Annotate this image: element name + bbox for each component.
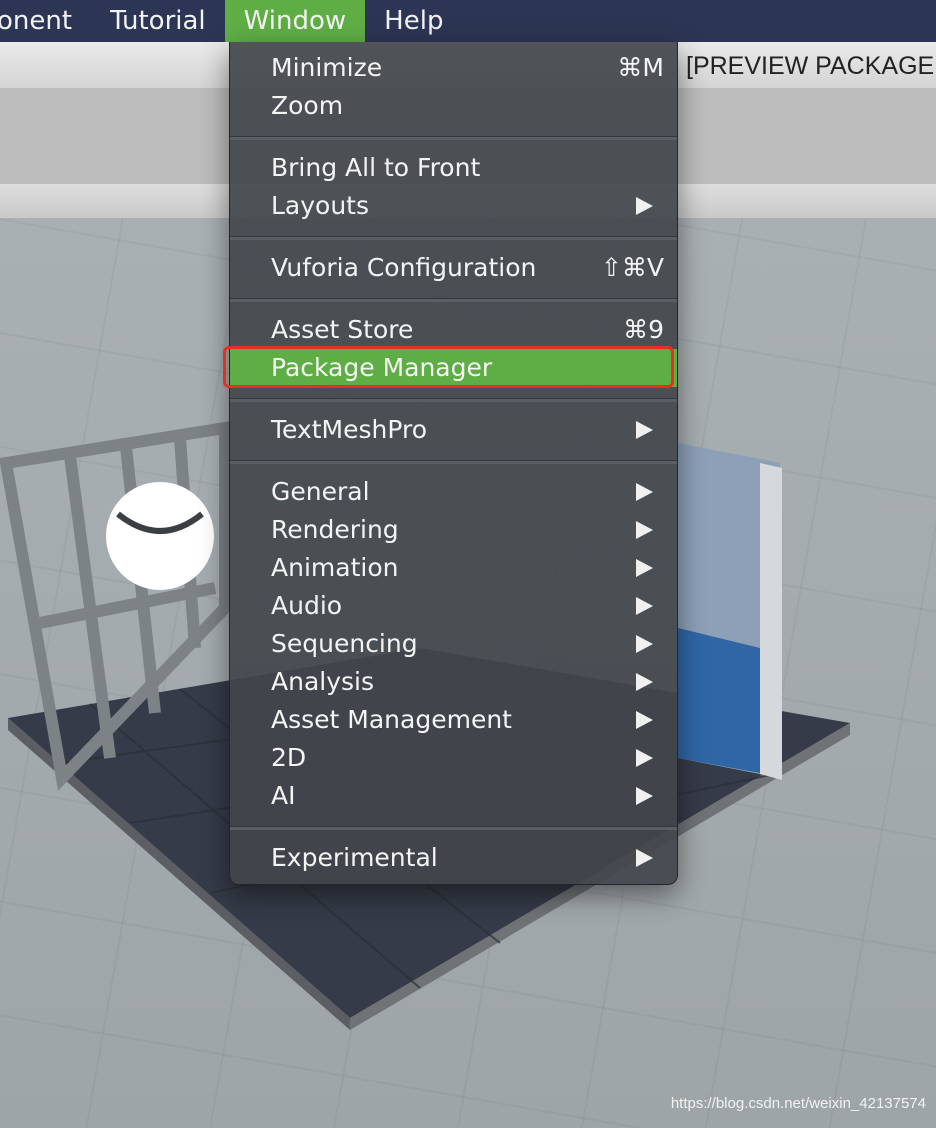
menu-item-rendering[interactable]: Rendering	[230, 511, 677, 549]
menu-component[interactable]: onent	[0, 0, 91, 42]
menu-bar: onent Tutorial Window Help	[0, 0, 936, 42]
menu-item-label: TextMeshPro	[271, 415, 428, 444]
menu-separator	[230, 826, 677, 830]
menu-item-label: Bring All to Front	[271, 153, 481, 182]
submenu-arrow-icon	[636, 673, 653, 691]
menu-separator	[230, 298, 677, 302]
menu-item-label: Rendering	[271, 515, 399, 544]
menu-item-label: General	[271, 477, 370, 506]
highlight-box	[223, 346, 674, 388]
menu-item-label: Vuforia Configuration	[271, 253, 537, 282]
scene-logo	[106, 482, 214, 590]
menu-item-analysis[interactable]: Analysis	[230, 663, 677, 701]
submenu-arrow-icon	[636, 559, 653, 577]
submenu-arrow-icon	[636, 749, 653, 767]
menu-item-audio[interactable]: Audio	[230, 587, 677, 625]
menu-item-zoom[interactable]: Zoom	[230, 87, 677, 125]
menu-help[interactable]: Help	[365, 0, 462, 42]
submenu-arrow-icon	[636, 597, 653, 615]
menu-item-experimental[interactable]: Experimental	[230, 839, 677, 877]
window-title: [PREVIEW PACKAGE	[686, 52, 935, 80]
submenu-arrow-icon	[636, 787, 653, 805]
menu-item-label: Asset Management	[271, 705, 512, 734]
menu-window[interactable]: Window	[224, 0, 366, 42]
submenu-arrow-icon	[636, 521, 653, 539]
menu-item-layouts[interactable]: Layouts	[230, 187, 677, 225]
menu-item-general[interactable]: General	[230, 473, 677, 511]
menu-item-textmeshpro[interactable]: TextMeshPro	[230, 411, 677, 449]
menu-item-ai[interactable]: AI	[230, 777, 677, 815]
submenu-arrow-icon	[636, 483, 653, 501]
shortcut-label: ⇧⌘V	[600, 253, 664, 282]
menu-item-asset-management[interactable]: Asset Management	[230, 701, 677, 739]
submenu-arrow-icon	[636, 421, 653, 439]
menu-separator	[230, 460, 677, 464]
menu-item-animation[interactable]: Animation	[230, 549, 677, 587]
menu-item-label: 2D	[271, 743, 307, 772]
menu-separator	[230, 136, 677, 140]
menu-item-vuforia-configuration[interactable]: Vuforia Configuration ⇧⌘V	[230, 249, 677, 287]
menu-item-2d[interactable]: 2D	[230, 739, 677, 777]
menu-tutorial[interactable]: Tutorial	[91, 0, 225, 42]
menu-item-label: Animation	[271, 553, 399, 582]
menu-item-label: AI	[271, 781, 296, 810]
menu-item-minimize[interactable]: Minimize ⌘M	[230, 49, 677, 87]
menu-item-bring-all-to-front[interactable]: Bring All to Front	[230, 149, 677, 187]
menu-item-asset-store[interactable]: Asset Store ⌘9	[230, 311, 677, 349]
submenu-arrow-icon	[636, 635, 653, 653]
menu-item-label: Audio	[271, 591, 343, 620]
window-menu-dropdown: Minimize ⌘M Zoom Bring All to Front Layo…	[223, 42, 678, 885]
shortcut-label: ⌘9	[623, 315, 664, 344]
submenu-arrow-icon	[636, 197, 653, 215]
shortcut-label: ⌘M	[617, 53, 664, 82]
submenu-arrow-icon	[636, 849, 653, 867]
menu-item-label: Asset Store	[271, 315, 414, 344]
menu-item-label: Layouts	[271, 191, 370, 220]
submenu-arrow-icon	[636, 711, 653, 729]
menu-item-sequencing[interactable]: Sequencing	[230, 625, 677, 663]
menu-item-label: Minimize	[271, 53, 383, 82]
menu-item-label: Analysis	[271, 667, 375, 696]
menu-separator	[230, 398, 677, 402]
menu-item-package-manager[interactable]: Package Manager	[223, 346, 677, 388]
menu-item-label: Zoom	[271, 91, 344, 120]
watermark: https://blog.csdn.net/weixin_42137574	[670, 1095, 926, 1112]
menu-item-label: Experimental	[271, 843, 438, 872]
menu-item-label: Sequencing	[271, 629, 418, 658]
menu-separator	[230, 236, 677, 240]
